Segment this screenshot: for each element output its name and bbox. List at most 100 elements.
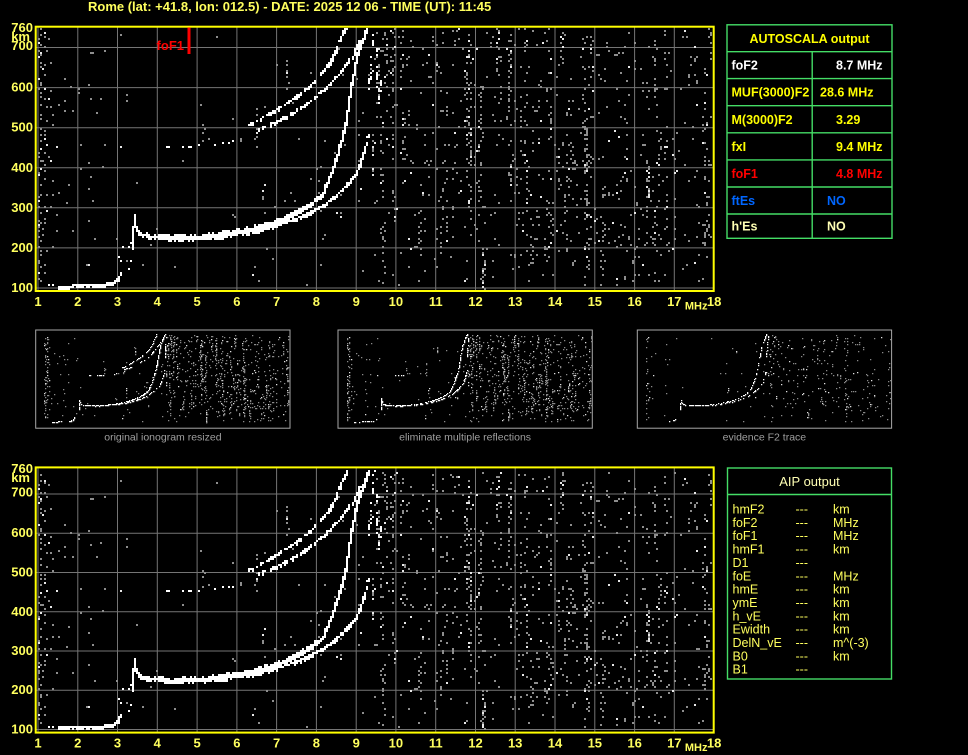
svg-text:18: 18 <box>707 294 721 309</box>
svg-text:Rome (lat: +41.8, lon: 012.5): Rome (lat: +41.8, lon: 012.5) - DATE: 20… <box>88 0 491 14</box>
svg-text:---: --- <box>796 596 809 610</box>
svg-text:km: km <box>833 649 850 663</box>
svg-text:9: 9 <box>353 736 360 751</box>
svg-text:300: 300 <box>11 200 33 215</box>
svg-text:11: 11 <box>429 294 443 309</box>
svg-text:AIP output: AIP output <box>779 474 840 489</box>
svg-text:500: 500 <box>11 120 33 135</box>
svg-text:100: 100 <box>11 280 33 295</box>
svg-text:9: 9 <box>353 294 360 309</box>
svg-text:NO: NO <box>827 194 846 208</box>
svg-text:h'Es: h'Es <box>732 220 758 234</box>
svg-text:14: 14 <box>548 736 563 751</box>
svg-text:hmF1: hmF1 <box>733 543 765 557</box>
svg-text:4: 4 <box>154 294 162 309</box>
svg-text:foF1: foF1 <box>733 529 758 543</box>
svg-text:---: --- <box>796 529 809 543</box>
svg-text:km: km <box>11 470 30 485</box>
svg-text:11: 11 <box>429 736 443 751</box>
svg-text:10: 10 <box>389 294 403 309</box>
svg-text:16: 16 <box>627 736 641 751</box>
svg-text:foF1: foF1 <box>732 167 758 181</box>
svg-text:15: 15 <box>588 736 602 751</box>
svg-text:5: 5 <box>193 294 200 309</box>
svg-text:evidence F2 trace: evidence F2 trace <box>723 432 807 444</box>
svg-text:m^(-3): m^(-3) <box>833 636 869 650</box>
svg-text:200: 200 <box>11 682 33 697</box>
svg-text:6: 6 <box>233 294 240 309</box>
svg-text:4: 4 <box>154 736 162 751</box>
svg-text:foF1: foF1 <box>157 38 184 53</box>
svg-text:hmE: hmE <box>733 583 759 597</box>
svg-text:300: 300 <box>11 643 33 658</box>
svg-text:foF2: foF2 <box>732 59 758 73</box>
svg-text:---: --- <box>796 636 809 650</box>
svg-text:B0: B0 <box>733 649 748 663</box>
svg-text:700: 700 <box>11 38 33 53</box>
svg-text:3: 3 <box>114 736 121 751</box>
svg-text:700: 700 <box>11 485 33 500</box>
svg-text:NO: NO <box>827 220 846 234</box>
svg-text:13: 13 <box>508 736 522 751</box>
svg-text:10: 10 <box>389 736 403 751</box>
svg-text:400: 400 <box>11 604 33 619</box>
svg-text:5: 5 <box>193 736 200 751</box>
svg-text:Ewidth: Ewidth <box>733 623 771 637</box>
svg-text:M(3000)F2: M(3000)F2 <box>732 113 793 127</box>
svg-text:MHz: MHz <box>833 516 859 530</box>
svg-text:ymE: ymE <box>733 596 758 610</box>
svg-text:km: km <box>833 623 850 637</box>
svg-text:9.4 MHz: 9.4 MHz <box>836 140 883 154</box>
svg-text:14: 14 <box>548 294 563 309</box>
svg-text:---: --- <box>796 649 809 663</box>
svg-text:foE: foE <box>733 569 752 583</box>
svg-text:7: 7 <box>273 294 280 309</box>
svg-text:3.29: 3.29 <box>836 113 860 127</box>
svg-text:8: 8 <box>313 294 320 309</box>
svg-text:---: --- <box>796 569 809 583</box>
svg-text:18: 18 <box>707 736 721 751</box>
svg-text:1: 1 <box>34 736 41 751</box>
svg-text:7: 7 <box>273 736 280 751</box>
svg-text:500: 500 <box>11 565 33 580</box>
svg-text:17: 17 <box>667 736 681 751</box>
svg-text:---: --- <box>796 623 809 637</box>
svg-text:8: 8 <box>313 736 320 751</box>
svg-text:---: --- <box>796 503 809 517</box>
svg-text:3: 3 <box>114 294 121 309</box>
svg-text:foF2: foF2 <box>733 516 758 530</box>
svg-text:---: --- <box>796 583 809 597</box>
svg-text:km: km <box>833 583 850 597</box>
svg-text:km: km <box>833 596 850 610</box>
svg-text:km: km <box>833 609 850 623</box>
svg-text:---: --- <box>796 663 809 677</box>
svg-text:eliminate multiple reflections: eliminate multiple reflections <box>399 432 531 444</box>
svg-text:12: 12 <box>468 736 482 751</box>
svg-text:12: 12 <box>468 294 482 309</box>
svg-text:1: 1 <box>34 294 41 309</box>
svg-text:D1: D1 <box>733 556 749 570</box>
svg-text:4.8 MHz: 4.8 MHz <box>836 167 883 181</box>
svg-text:ftEs: ftEs <box>732 194 756 208</box>
svg-text:MHz: MHz <box>685 301 708 313</box>
svg-text:28.6 MHz: 28.6 MHz <box>820 86 874 100</box>
svg-text:MHz: MHz <box>685 742 708 754</box>
svg-text:fxI: fxI <box>732 140 747 154</box>
svg-text:original ionogram resized: original ionogram resized <box>104 432 221 444</box>
svg-text:6: 6 <box>233 736 240 751</box>
svg-text:200: 200 <box>11 240 33 255</box>
svg-text:---: --- <box>796 516 809 530</box>
svg-text:16: 16 <box>627 294 641 309</box>
svg-text:---: --- <box>796 543 809 557</box>
svg-text:8.7 MHz: 8.7 MHz <box>836 59 883 73</box>
svg-text:km: km <box>833 543 850 557</box>
svg-text:100: 100 <box>11 722 33 737</box>
svg-text:---: --- <box>796 609 809 623</box>
svg-text:hmF2: hmF2 <box>733 503 765 517</box>
svg-text:B1: B1 <box>733 663 748 677</box>
svg-text:2: 2 <box>74 736 81 751</box>
svg-text:DelN_vE: DelN_vE <box>733 636 782 650</box>
svg-text:AUTOSCALA output: AUTOSCALA output <box>749 32 870 46</box>
svg-text:km: km <box>833 503 850 517</box>
svg-text:600: 600 <box>11 525 33 540</box>
